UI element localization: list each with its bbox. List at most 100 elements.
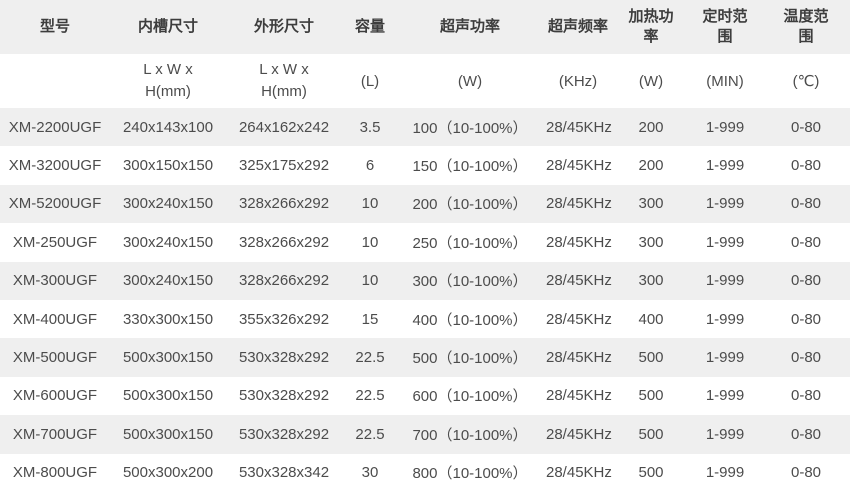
col-unit-ultrasonic-frequency: (KHz) — [542, 54, 614, 108]
cell-model: XM-5200UGF — [0, 185, 110, 223]
col-header-label: 超声功率 — [440, 18, 500, 35]
cell-outer-size: 328x266x292 — [226, 223, 342, 261]
cell-inner-tank-size: 300x240x150 — [110, 185, 226, 223]
col-header-label: 定时范围 — [700, 7, 751, 48]
cell-temp-range: 0-80 — [762, 377, 850, 415]
cell-capacity: 15 — [342, 300, 398, 338]
cell-ultrasonic-frequency: 28/45KHz — [542, 454, 614, 492]
cell-ultrasonic-power: 300（10-100%） — [398, 262, 542, 300]
header-row-labels: 型号 内槽尺寸 外形尺寸 容量 超声功率 超声频率 加热功率 定时范围 温度范围 — [0, 0, 850, 54]
col-unit-ultrasonic-power: (W) — [398, 54, 542, 108]
col-unit-label: (℃) — [793, 73, 820, 90]
col-header-model: 型号 — [0, 0, 110, 54]
cell-outer-size: 328x266x292 — [226, 185, 342, 223]
cell-inner-tank-size: 500x300x150 — [110, 338, 226, 376]
cell-timer-range: 1-999 — [688, 300, 762, 338]
cell-inner-tank-size: 500x300x150 — [110, 415, 226, 453]
cell-temp-range: 0-80 — [762, 338, 850, 376]
cell-ultrasonic-power: 150（10-100%） — [398, 146, 542, 184]
cell-heating-power: 300 — [614, 185, 688, 223]
cell-timer-range: 1-999 — [688, 377, 762, 415]
cell-ultrasonic-frequency: 28/45KHz — [542, 185, 614, 223]
cell-temp-range: 0-80 — [762, 108, 850, 146]
col-header-label: 容量 — [355, 18, 385, 35]
cell-outer-size: 530x328x292 — [226, 338, 342, 376]
table-row: XM-3200UGF300x150x150325x175x2926150（10-… — [0, 146, 850, 184]
cell-ultrasonic-frequency: 28/45KHz — [542, 108, 614, 146]
cell-timer-range: 1-999 — [688, 415, 762, 453]
col-unit-capacity: (L) — [342, 54, 398, 108]
cell-model: XM-700UGF — [0, 415, 110, 453]
col-header-label: 超声频率 — [548, 18, 608, 35]
cell-model: XM-3200UGF — [0, 146, 110, 184]
cell-ultrasonic-power: 600（10-100%） — [398, 377, 542, 415]
table-row: XM-700UGF500x300x150530x328x29222.5700（1… — [0, 415, 850, 453]
cell-model: XM-250UGF — [0, 223, 110, 261]
cell-ultrasonic-frequency: 28/45KHz — [542, 415, 614, 453]
col-unit-outer-size: L x W x H(mm) — [226, 54, 342, 108]
cell-timer-range: 1-999 — [688, 223, 762, 261]
col-unit-inner-tank-size: L x W x H(mm) — [110, 54, 226, 108]
cell-heating-power: 500 — [614, 338, 688, 376]
cell-ultrasonic-frequency: 28/45KHz — [542, 146, 614, 184]
cell-ultrasonic-frequency: 28/45KHz — [542, 300, 614, 338]
cell-model: XM-400UGF — [0, 300, 110, 338]
cell-capacity: 22.5 — [342, 415, 398, 453]
col-header-label: 加热功率 — [626, 7, 677, 48]
cell-temp-range: 0-80 — [762, 262, 850, 300]
col-header-label: 外形尺寸 — [254, 18, 314, 35]
col-header-outer-size: 外形尺寸 — [226, 0, 342, 54]
table-row: XM-2200UGF240x143x100264x162x2423.5100（1… — [0, 108, 850, 146]
col-unit-timer-range: (MIN) — [688, 54, 762, 108]
col-unit-label: (W) — [639, 73, 663, 90]
cell-model: XM-300UGF — [0, 262, 110, 300]
cell-capacity: 10 — [342, 185, 398, 223]
cell-heating-power: 500 — [614, 415, 688, 453]
table-row: XM-400UGF330x300x150355x326x29215400（10-… — [0, 300, 850, 338]
cell-inner-tank-size: 240x143x100 — [110, 108, 226, 146]
cell-heating-power: 300 — [614, 262, 688, 300]
cell-inner-tank-size: 500x300x200 — [110, 454, 226, 492]
cell-ultrasonic-power: 400（10-100%） — [398, 300, 542, 338]
cell-heating-power: 200 — [614, 108, 688, 146]
cell-inner-tank-size: 330x300x150 — [110, 300, 226, 338]
cell-inner-tank-size: 500x300x150 — [110, 377, 226, 415]
cell-ultrasonic-power: 100（10-100%） — [398, 108, 542, 146]
col-unit-label: (MIN) — [706, 73, 744, 90]
cell-ultrasonic-frequency: 28/45KHz — [542, 262, 614, 300]
cell-ultrasonic-frequency: 28/45KHz — [542, 377, 614, 415]
cell-inner-tank-size: 300x150x150 — [110, 146, 226, 184]
cell-heating-power: 300 — [614, 223, 688, 261]
cell-outer-size: 325x175x292 — [226, 146, 342, 184]
cell-timer-range: 1-999 — [688, 108, 762, 146]
cell-capacity: 10 — [342, 262, 398, 300]
cell-capacity: 22.5 — [342, 338, 398, 376]
cell-outer-size: 264x162x242 — [226, 108, 342, 146]
col-header-capacity: 容量 — [342, 0, 398, 54]
cell-ultrasonic-frequency: 28/45KHz — [542, 338, 614, 376]
col-header-label: 型号 — [40, 18, 70, 35]
cell-temp-range: 0-80 — [762, 415, 850, 453]
col-header-ultrasonic-frequency: 超声频率 — [542, 0, 614, 54]
cell-model: XM-800UGF — [0, 454, 110, 492]
col-header-temp-range: 温度范围 — [762, 0, 850, 54]
cell-ultrasonic-power: 250（10-100%） — [398, 223, 542, 261]
cell-timer-range: 1-999 — [688, 146, 762, 184]
cell-heating-power: 200 — [614, 146, 688, 184]
cell-temp-range: 0-80 — [762, 185, 850, 223]
cell-capacity: 30 — [342, 454, 398, 492]
table-row: XM-600UGF500x300x150530x328x29222.5600（1… — [0, 377, 850, 415]
cell-capacity: 3.5 — [342, 108, 398, 146]
cell-timer-range: 1-999 — [688, 454, 762, 492]
cell-timer-range: 1-999 — [688, 262, 762, 300]
cell-ultrasonic-power: 700（10-100%） — [398, 415, 542, 453]
header-row-units: L x W x H(mm) L x W x H(mm) (L) (W) (KHz… — [0, 54, 850, 108]
col-unit-label: (KHz) — [559, 73, 597, 90]
cell-capacity: 22.5 — [342, 377, 398, 415]
table-body: XM-2200UGF240x143x100264x162x2423.5100（1… — [0, 108, 850, 492]
table-row: XM-250UGF300x240x150328x266x29210250（10-… — [0, 223, 850, 261]
cell-outer-size: 355x326x292 — [226, 300, 342, 338]
cell-outer-size: 530x328x292 — [226, 415, 342, 453]
cell-heating-power: 500 — [614, 454, 688, 492]
cell-outer-size: 530x328x292 — [226, 377, 342, 415]
